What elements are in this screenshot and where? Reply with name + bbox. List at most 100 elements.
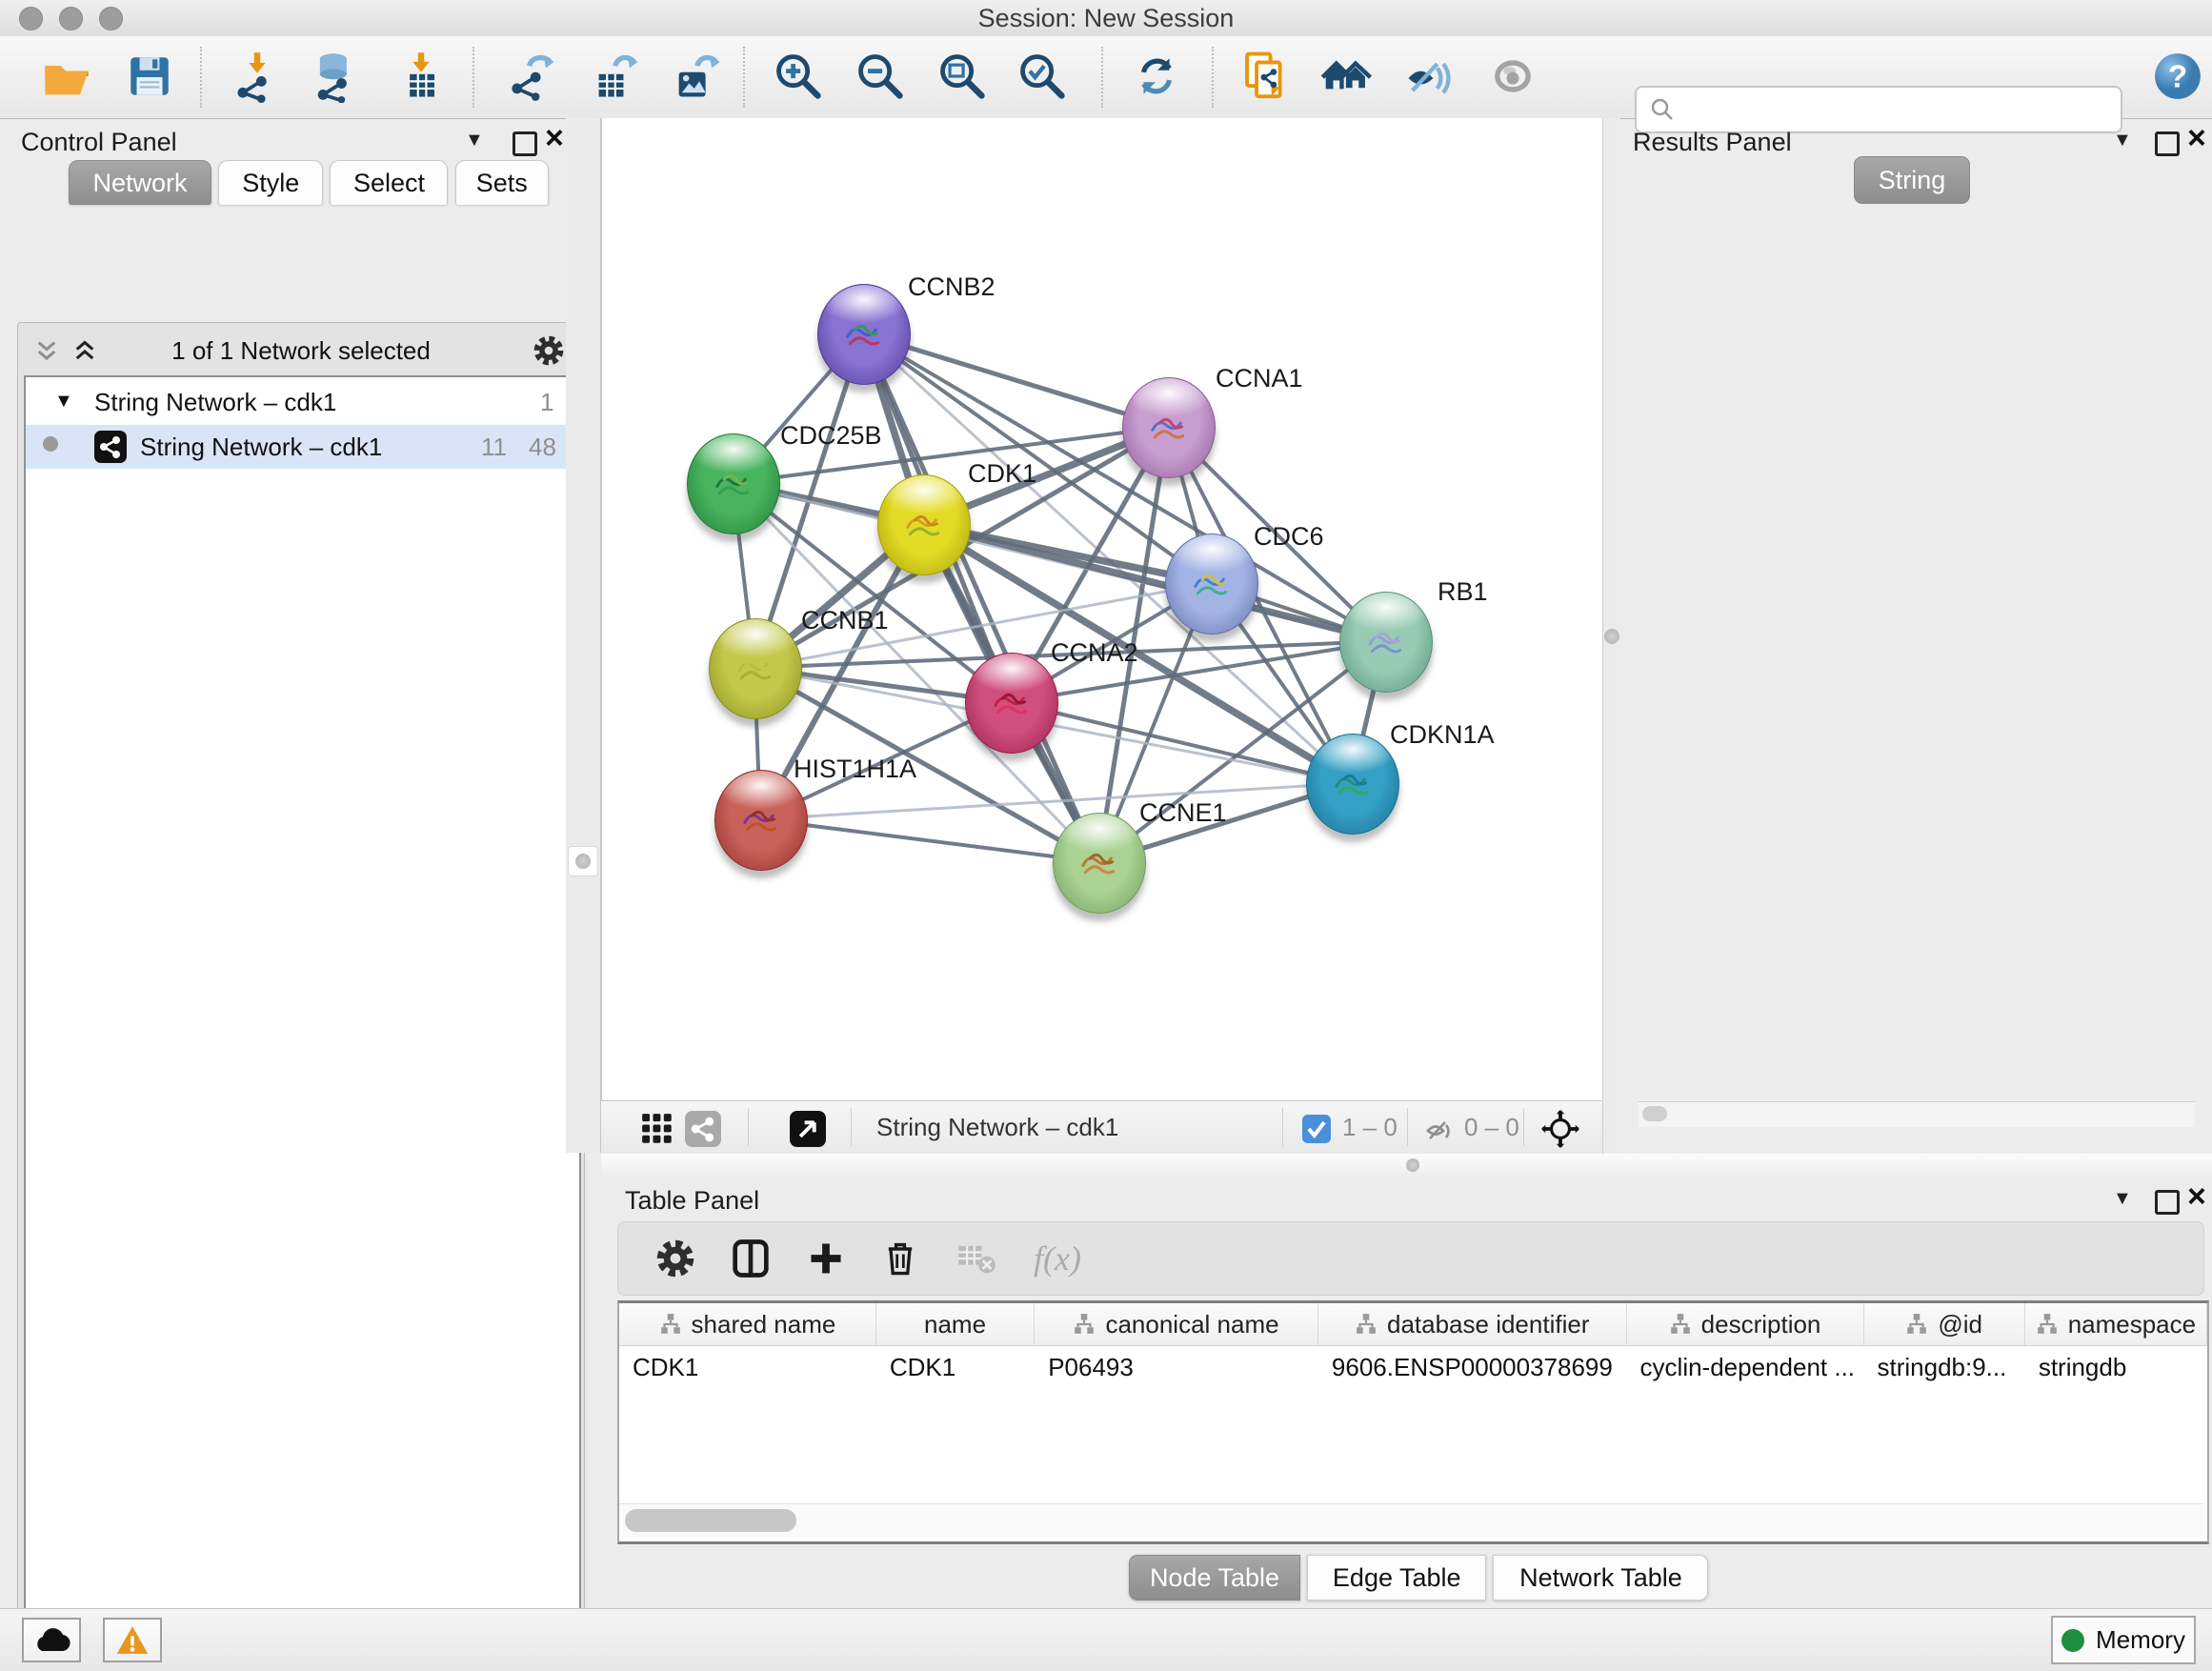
- column-header-namespace[interactable]: namespace: [2025, 1303, 2207, 1345]
- tab-edge-table[interactable]: Edge Table: [1307, 1555, 1486, 1601]
- horizontal-splitter[interactable]: [601, 1154, 2212, 1177]
- column-header-canonical-name[interactable]: canonical name: [1035, 1303, 1318, 1345]
- panel-menu-icon[interactable]: ▼: [2113, 1188, 2132, 1210]
- home-view-button[interactable]: [1317, 46, 1377, 107]
- tab-style[interactable]: Style: [218, 160, 323, 205]
- scrollbar-thumb[interactable]: [1642, 1106, 1667, 1121]
- network-node-CCNB2[interactable]: [817, 284, 911, 385]
- export-network-button[interactable]: [503, 46, 564, 107]
- column-header-description[interactable]: description: [1627, 1303, 1864, 1345]
- gear-icon[interactable]: [656, 1239, 694, 1278]
- show-columns-icon[interactable]: [731, 1238, 771, 1278]
- table-cell: CDK1: [876, 1346, 1035, 1388]
- import-database-icon: [309, 50, 362, 103]
- table-cell: cyclin-dependent ...: [1627, 1346, 1864, 1388]
- right-pane-splitter[interactable]: [1602, 118, 1620, 1154]
- panel-menu-icon[interactable]: ▼: [2113, 130, 2132, 151]
- tab-network[interactable]: Network: [69, 160, 211, 205]
- collection-count: 1: [540, 388, 553, 417]
- import-network-icon: [231, 50, 284, 103]
- open-in-window-icon[interactable]: [790, 1111, 826, 1147]
- add-column-icon[interactable]: [807, 1239, 845, 1278]
- network-node-CCNA2[interactable]: [965, 653, 1058, 754]
- toolbar-divider: [1212, 47, 1214, 108]
- help-button[interactable]: ?: [2147, 46, 2208, 107]
- network-node-CCNB1[interactable]: [709, 618, 802, 719]
- left-pane-splitter[interactable]: [566, 118, 601, 1153]
- tab-sets[interactable]: Sets: [455, 160, 549, 205]
- network-node-CCNA1[interactable]: [1122, 377, 1216, 478]
- export-table-button[interactable]: [587, 46, 648, 107]
- column-header-database-identifier[interactable]: database identifier: [1318, 1303, 1627, 1345]
- delete-column-icon[interactable]: [881, 1239, 919, 1278]
- network-tree-root-row[interactable]: ▼ String Network – cdk1 1: [26, 383, 575, 425]
- network-node-CCNE1[interactable]: [1053, 813, 1146, 914]
- show-all-button[interactable]: [1482, 46, 1543, 107]
- float-panel-icon[interactable]: [513, 131, 537, 156]
- network-canvas[interactable]: CCNB2CCNA1CDC25BCDK1CDC6RB1CCNB1CCNA2CDK…: [601, 118, 1603, 1100]
- network-node-CDKN1A[interactable]: [1306, 734, 1399, 835]
- birds-eye-grid-icon[interactable]: [641, 1113, 674, 1145]
- splitter-handle[interactable]: [1604, 629, 1619, 644]
- panel-menu-icon[interactable]: ▼: [465, 130, 484, 151]
- import-network-file-button[interactable]: [227, 46, 288, 107]
- warnings-button[interactable]: [103, 1618, 162, 1662]
- memory-label: Memory: [2096, 1625, 2185, 1655]
- network-node-CDK1[interactable]: [877, 474, 971, 575]
- collapse-all-icon[interactable]: [34, 339, 59, 364]
- float-panel-icon[interactable]: [2155, 131, 2180, 156]
- network-node-CDC25B[interactable]: [687, 433, 780, 534]
- string-network-icon: [94, 431, 127, 463]
- scrollbar-thumb[interactable]: [625, 1509, 796, 1532]
- gear-icon[interactable]: [533, 335, 564, 366]
- network-node-HIST1H1A[interactable]: [714, 770, 808, 871]
- tab-network-table[interactable]: Network Table: [1493, 1555, 1708, 1601]
- hidden-eye-slash-icon[interactable]: [1424, 1115, 1455, 1145]
- import-network-database-button[interactable]: [305, 46, 366, 107]
- fit-content-crosshair-icon[interactable]: [1540, 1109, 1580, 1149]
- results-scrollbar[interactable]: [1639, 1101, 2195, 1127]
- tab-select[interactable]: Select: [330, 160, 448, 205]
- float-panel-icon[interactable]: [2155, 1190, 2180, 1215]
- zoom-out-button[interactable]: [850, 46, 911, 107]
- tab-node-table[interactable]: Node Table: [1129, 1555, 1300, 1601]
- import-table-button[interactable]: [391, 46, 452, 107]
- table-cell: 9606.ENSP00000378699: [1318, 1346, 1627, 1388]
- column-header-shared-name[interactable]: shared name: [619, 1303, 876, 1345]
- netbar-divider: [1407, 1108, 1408, 1146]
- save-session-button[interactable]: [119, 46, 180, 107]
- zoom-in-button[interactable]: [768, 46, 829, 107]
- close-panel-icon[interactable]: ×: [545, 120, 564, 157]
- column-header-name[interactable]: name: [876, 1303, 1035, 1345]
- refresh-button[interactable]: [1126, 46, 1187, 107]
- export-image-button[interactable]: [667, 46, 728, 107]
- selected-checkbox-icon[interactable]: [1302, 1115, 1331, 1143]
- table-scrollbar[interactable]: [619, 1503, 2203, 1537]
- copy-documents-icon: [1237, 49, 1293, 104]
- clone-network-button[interactable]: [1235, 46, 1296, 107]
- tree-collapse-icon[interactable]: ▼: [54, 391, 73, 413]
- splitter-handle[interactable]: [1406, 1158, 1419, 1172]
- column-header-@id[interactable]: @id: [1864, 1303, 2025, 1345]
- string-style-icon[interactable]: [685, 1111, 721, 1147]
- memory-button[interactable]: Memory: [2051, 1616, 2196, 1664]
- protein-ribbon-thumb: [1360, 616, 1412, 668]
- close-panel-icon[interactable]: ×: [2187, 1178, 2206, 1216]
- table-row[interactable]: CDK1CDK1P064939606.ENSP00000378699cyclin…: [619, 1346, 2207, 1388]
- zoom-selected-button[interactable]: [1012, 46, 1073, 107]
- control-panel-tabs: Network Style Select Sets: [69, 160, 549, 205]
- zoom-fit-button[interactable]: [932, 46, 993, 107]
- network-view-toolbar: String Network – cdk1 1 – 0 0 – 0: [601, 1100, 1601, 1155]
- hide-unselected-button[interactable]: [1398, 46, 1459, 107]
- expand-all-icon[interactable]: [72, 339, 97, 364]
- column-header-label: description: [1701, 1310, 1821, 1339]
- splitter-handle[interactable]: [568, 846, 598, 876]
- network-node-RB1[interactable]: [1339, 592, 1433, 693]
- network-node-CDC6[interactable]: [1165, 534, 1258, 634]
- toolbar-divider: [1101, 47, 1103, 108]
- tab-string[interactable]: String: [1854, 156, 1970, 204]
- close-panel-icon[interactable]: ×: [2187, 120, 2206, 157]
- cloud-status-button[interactable]: [22, 1618, 81, 1662]
- network-tree-row-selected[interactable]: String Network – cdk1 11 48: [26, 425, 575, 469]
- open-session-button[interactable]: [36, 46, 97, 107]
